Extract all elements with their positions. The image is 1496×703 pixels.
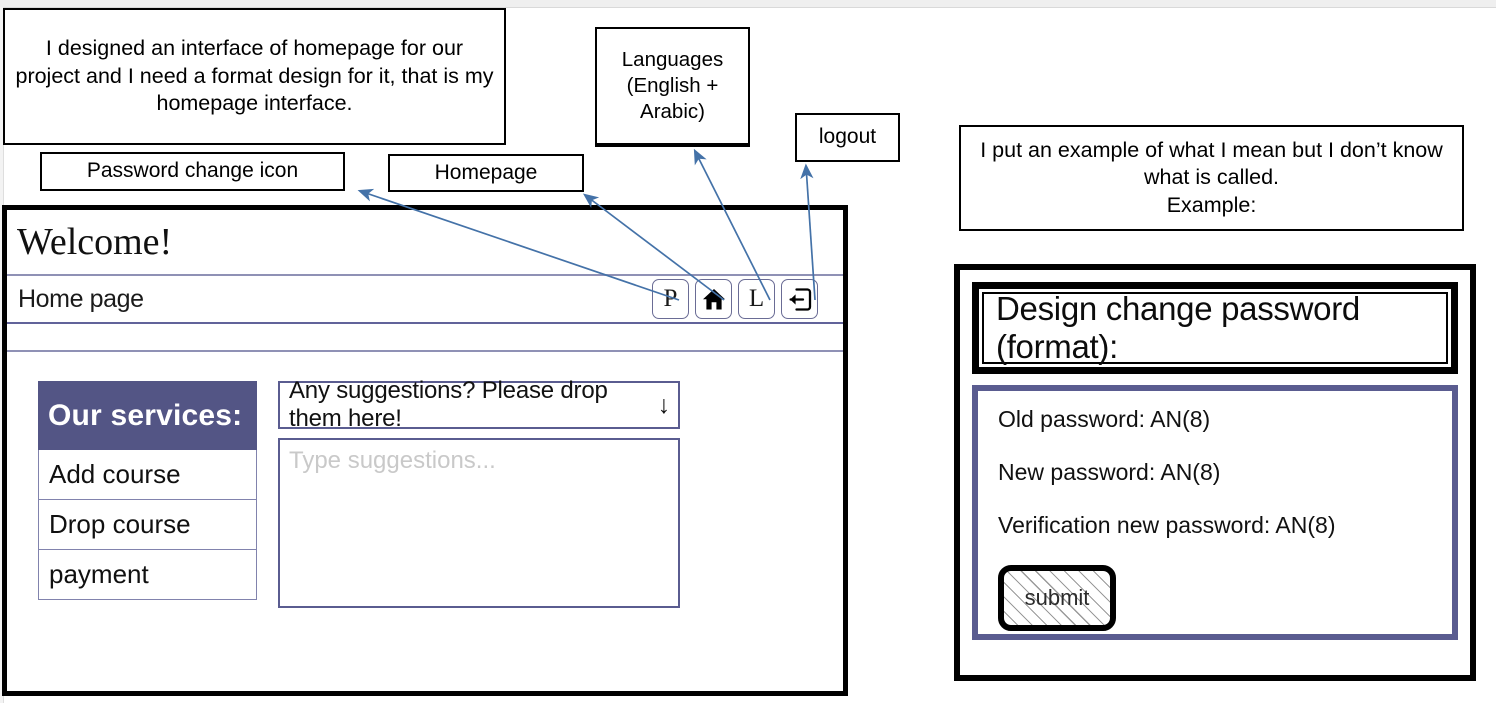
callout-example: I put an example of what I mean but I do… (959, 125, 1464, 231)
home-icon (702, 288, 726, 311)
suggestions-prompt: Any suggestions? Please drop them here! … (278, 377, 680, 432)
change-password-example-panel: Design change password (format): Old pas… (954, 264, 1476, 681)
submit-button[interactable]: submit (998, 565, 1116, 631)
callout-languages-text: Languages (English + Arabic) (621, 47, 724, 124)
verify-password-field-spec: Verification new password: AN(8) (998, 512, 1336, 538)
window-top-strip (0, 0, 1496, 8)
design-title: Design change password (format): (982, 290, 1448, 365)
callout-password-change: Password change icon (40, 152, 345, 191)
navbar-spacer-strip (7, 324, 843, 352)
service-item-payment[interactable]: payment (38, 550, 257, 600)
callout-password-change-text: Password change icon (86, 159, 299, 183)
callout-logout: logout (795, 113, 900, 162)
homepage-button[interactable] (695, 279, 732, 319)
callout-intro-text: I designed an interface of homepage for … (15, 36, 494, 116)
suggestions-prompt-text: Any suggestions? Please drop them here! (289, 377, 608, 432)
suggestions-textarea[interactable]: Type suggestions... (278, 438, 680, 608)
password-change-button[interactable]: P (652, 279, 689, 319)
suggestions-section: Any suggestions? Please drop them here! … (278, 377, 680, 608)
callout-languages: Languages (English + Arabic) (595, 27, 750, 147)
letter-p-icon: P (663, 285, 678, 312)
callout-example-text: I put an example of what I mean but I do… (980, 137, 1443, 217)
callout-logout-text: logout (818, 125, 877, 149)
window-content: Our services: Add course Drop course pay… (7, 352, 843, 608)
navbar: Home page P L (7, 276, 843, 324)
letter-l-icon: L (748, 285, 765, 312)
old-password-field-spec: Old password: AN(8) (998, 406, 1211, 432)
services-header: Our services: (38, 381, 257, 450)
callout-homepage-text: Homepage (434, 160, 538, 184)
callout-homepage: Homepage (388, 154, 584, 192)
navbar-icon-group: P L (652, 279, 818, 319)
callout-intro: I designed an interface of homepage for … (3, 8, 506, 145)
homepage-mockup-window: Welcome! Home page P L Our services: Add… (2, 205, 848, 696)
logout-icon (787, 287, 812, 312)
breadcrumb: Home page (18, 285, 144, 313)
logout-button[interactable] (781, 279, 818, 319)
page-title: Welcome! (7, 210, 843, 276)
services-card: Our services: Add course Drop course pay… (38, 381, 257, 608)
service-item-add-course[interactable]: Add course (38, 450, 257, 500)
arrow-down-icon: ↓ (657, 390, 671, 419)
design-title-frame: Design change password (format): (972, 282, 1458, 374)
new-password-field-spec: New password: AN(8) (998, 459, 1221, 485)
service-item-drop-course[interactable]: Drop course (38, 500, 257, 550)
language-button[interactable]: L (738, 279, 775, 319)
change-password-form: Old password: AN(8) New password: AN(8) … (972, 385, 1458, 640)
